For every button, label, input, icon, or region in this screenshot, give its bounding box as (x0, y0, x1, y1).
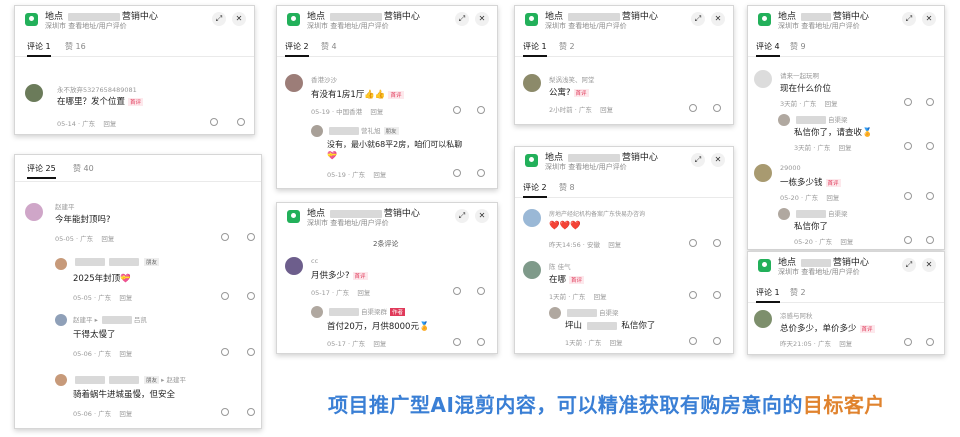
broken-heart-icon[interactable] (713, 337, 721, 345)
expand-icon[interactable]: ⤢ (455, 209, 469, 223)
heart-icon[interactable] (904, 338, 912, 346)
expand-icon[interactable]: ⤢ (902, 12, 916, 26)
heart-icon[interactable] (221, 292, 229, 300)
comment-card-1: 地点 营销中心 深圳市 查看地址/用户评价 ⤢ ✕ 评论 1 赞 16 永不放弃… (14, 5, 255, 135)
broken-heart-icon[interactable] (247, 233, 255, 241)
heart-icon[interactable] (689, 104, 697, 112)
broken-heart-icon[interactable] (247, 408, 255, 416)
broken-heart-icon[interactable] (477, 287, 485, 295)
comment-card-3: 地点 营销中心 深圳市 查看地址/用户评价 ⤢ ✕ 评论 2 赞 4 香港沙沙 … (276, 5, 498, 189)
close-icon[interactable]: ✕ (711, 12, 725, 26)
heart-icon[interactable] (453, 169, 461, 177)
heart-icon[interactable] (689, 239, 697, 247)
tab-comments[interactable]: 评论 1 (27, 41, 51, 57)
card-subtitle[interactable]: 深圳市 查看地址/用户评价 (45, 21, 127, 31)
tab-likes[interactable]: 赞 2 (790, 287, 806, 298)
broken-heart-icon[interactable] (477, 106, 485, 114)
broken-heart-icon[interactable] (713, 239, 721, 247)
heart-icon[interactable] (221, 233, 229, 241)
broken-heart-icon[interactable] (926, 192, 934, 200)
tab-likes[interactable]: 赞 16 (65, 41, 86, 52)
comment-text: 在哪里？发个位置 首评 (57, 97, 144, 107)
close-icon[interactable]: ✕ (475, 12, 489, 26)
comment-card-2: 评论 25 赞 40 赵建平 今年能封顶吗? 05-05 · 广东 回复 朋友 … (14, 154, 262, 429)
broken-heart-icon[interactable] (247, 348, 255, 356)
heart-icon[interactable] (453, 338, 461, 346)
expand-icon[interactable]: ⤢ (455, 12, 469, 26)
location-pin-icon (758, 259, 771, 272)
card-header: 地点 营销中心 深圳市 查看地址/用户评价 ⤢ ✕ (15, 6, 254, 36)
broken-heart-icon[interactable] (926, 236, 934, 244)
broken-heart-icon[interactable] (477, 338, 485, 346)
heart-icon[interactable] (210, 118, 218, 126)
tab-comments[interactable]: 评论 4 (756, 41, 780, 57)
location-pin-icon (525, 154, 538, 167)
broken-heart-icon[interactable] (477, 169, 485, 177)
tab-likes[interactable]: 赞 9 (790, 41, 806, 52)
broken-heart-icon[interactable] (237, 118, 245, 126)
heart-icon[interactable] (904, 236, 912, 244)
tab-likes[interactable]: 赞 2 (559, 41, 575, 52)
expand-icon[interactable]: ⤢ (691, 153, 705, 167)
heart-icon[interactable] (904, 98, 912, 106)
tab-comments[interactable]: 评论 1 (756, 287, 780, 303)
heart-icon[interactable] (453, 287, 461, 295)
comment-meta: 05-14 · 广东 回复 (57, 120, 117, 128)
close-icon[interactable]: ✕ (475, 209, 489, 223)
heart-icon[interactable] (221, 408, 229, 416)
broken-heart-icon[interactable] (713, 104, 721, 112)
comment-card-8: 地点 营销中心 深圳市 查看地址/用户评价 ⤢ ✕ 评论 1 赞 2 凉感与阿秋… (747, 251, 945, 355)
expand-icon[interactable]: ⤢ (212, 12, 226, 26)
tab-likes[interactable]: 赞 40 (73, 163, 94, 174)
tab-comments[interactable]: 评论 1 (523, 41, 547, 57)
comment-card-6: 地点 营销中心 深圳市 查看地址/用户评价 ⤢ ✕ 评论 2 赞 8 房地产经纪… (514, 146, 734, 354)
tab-likes[interactable]: 赞 4 (321, 41, 337, 52)
tab-comments[interactable]: 评论 25 (27, 163, 56, 179)
tab-comments[interactable]: 评论 2 (285, 41, 309, 57)
broken-heart-icon[interactable] (247, 292, 255, 300)
tab-likes[interactable]: 赞 8 (559, 182, 575, 193)
close-icon[interactable]: ✕ (922, 258, 936, 272)
close-icon[interactable]: ✕ (232, 12, 246, 26)
close-icon[interactable]: ✕ (922, 12, 936, 26)
comment-card-5: 地点 营销中心 深圳市 查看地址/用户评价 ⤢ ✕ 评论 1 赞 2 梨涡浅笑、… (514, 5, 734, 125)
expand-icon[interactable]: ⤢ (691, 12, 705, 26)
location-pin-icon (25, 13, 38, 26)
avatar[interactable] (25, 84, 43, 102)
heart-icon[interactable] (904, 142, 912, 150)
comment-count: 2条评论 (373, 240, 399, 248)
broken-heart-icon[interactable] (926, 142, 934, 150)
close-icon[interactable]: ✕ (711, 153, 725, 167)
broken-heart-icon[interactable] (926, 338, 934, 346)
location-pin-icon (758, 13, 771, 26)
location-pin-icon (287, 210, 300, 223)
broken-heart-icon[interactable] (926, 98, 934, 106)
comment-author[interactable]: 永不放弃5327658489081 (57, 84, 137, 94)
location-pin-icon (525, 13, 538, 26)
heart-icon[interactable] (221, 348, 229, 356)
heart-icon[interactable] (689, 337, 697, 345)
heart-icon[interactable] (453, 106, 461, 114)
comment-card-7: 地点 营销中心 深圳市 查看地址/用户评价 ⤢ ✕ 评论 4 赞 9 请来一起玩… (747, 5, 945, 250)
comment-card-4: 地点 营销中心 深圳市 查看地址/用户评价 ⤢ ✕ 2条评论 cc 月供多少? 首… (276, 202, 498, 354)
heart-icon[interactable] (689, 291, 697, 299)
location-pin-icon (287, 13, 300, 26)
tab-comments[interactable]: 评论 2 (523, 182, 547, 198)
broken-heart-icon[interactable] (713, 291, 721, 299)
expand-icon[interactable]: ⤢ (902, 258, 916, 272)
heart-icon[interactable] (904, 192, 912, 200)
caption: 项目推广型AI混剪内容，可以精准获取有购房意向的目标客户 (328, 393, 885, 417)
